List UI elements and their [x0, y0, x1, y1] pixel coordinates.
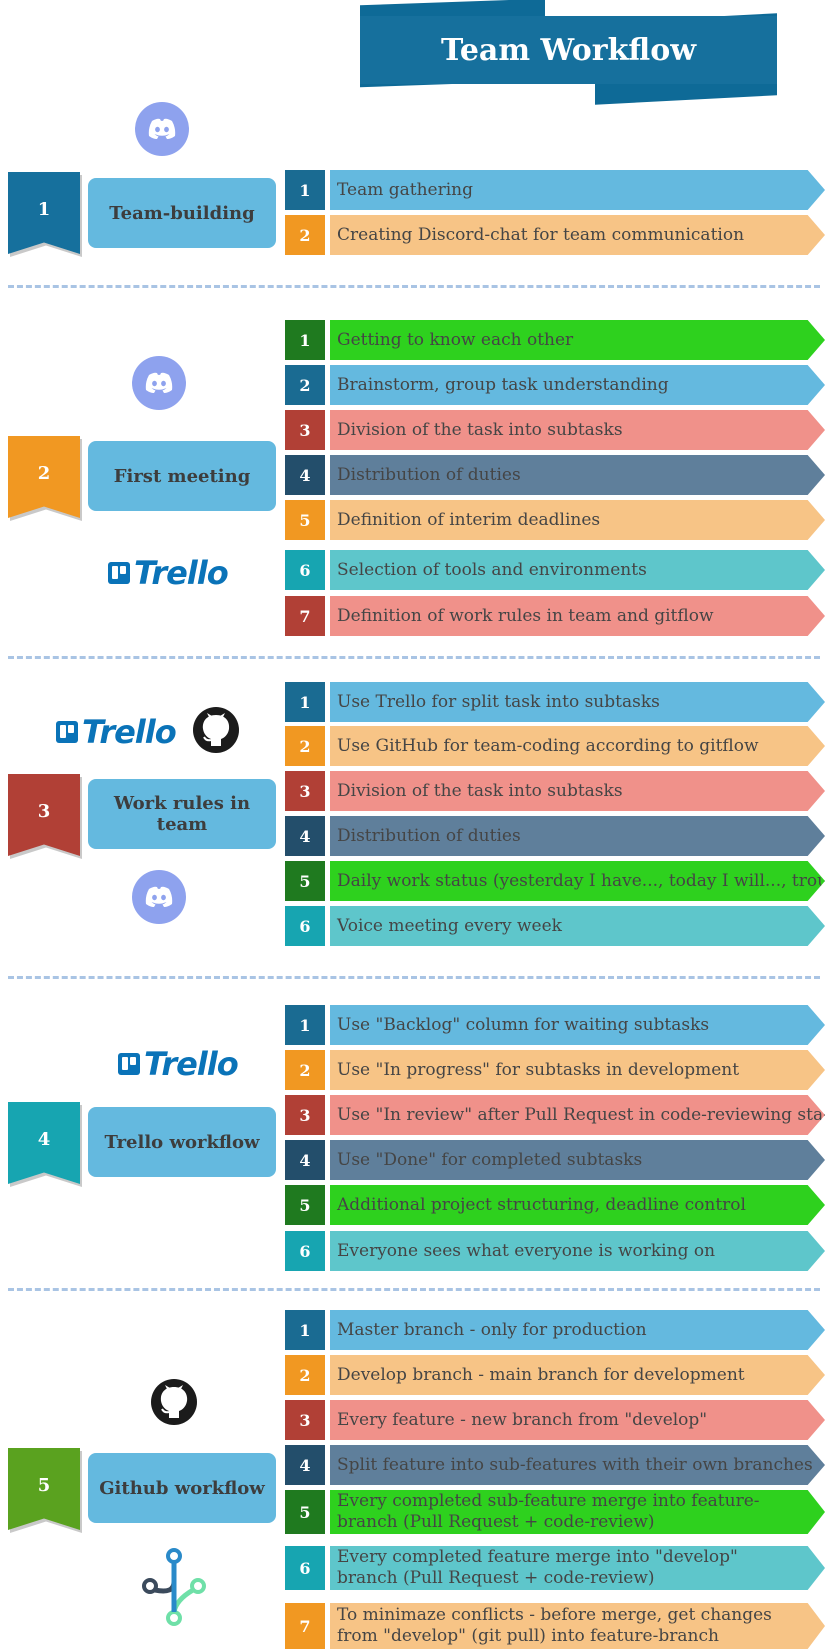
- step-badge: 3: [8, 774, 80, 856]
- trello-icon: [118, 1053, 140, 1075]
- discord-icon: [132, 356, 186, 410]
- item-number: 2: [285, 215, 325, 255]
- item-bar: Brainstorm, group task understanding: [330, 365, 825, 405]
- item-number: 5: [285, 500, 325, 540]
- item-number: 1: [285, 682, 325, 722]
- item-number: 6: [285, 1546, 325, 1590]
- item-number: 5: [285, 1490, 325, 1534]
- git-branch-icon: [140, 1546, 210, 1630]
- section-divider: [8, 976, 820, 979]
- page-title: Team Workflow: [360, 16, 777, 84]
- item-bar: Use "In review" after Pull Request in co…: [330, 1095, 825, 1135]
- item-number: 6: [285, 1231, 325, 1271]
- item-bar: Division of the task into subtasks: [330, 771, 825, 811]
- item-bar: Creating Discord-chat for team communica…: [330, 215, 825, 255]
- item-bar: Daily work status (yesterday I have..., …: [330, 861, 825, 901]
- item-number: 2: [285, 726, 325, 766]
- trello-logo: Trello: [56, 713, 177, 751]
- item-bar: Additional project structuring, deadline…: [330, 1185, 825, 1225]
- item-bar: Develop branch - main branch for develop…: [330, 1355, 825, 1395]
- item-number: 1: [285, 1005, 325, 1045]
- item-bar: Team gathering: [330, 170, 825, 210]
- item-number: 4: [285, 1445, 325, 1485]
- item-number: 4: [285, 455, 325, 495]
- discord-logo-glyph: [148, 118, 176, 139]
- item-number: 2: [285, 1050, 325, 1090]
- item-bar: Every completed sub-feature merge into f…: [330, 1490, 825, 1534]
- trello-logo: Trello: [108, 554, 229, 592]
- trello-wordmark: Trello: [134, 554, 229, 592]
- item-number: 1: [285, 170, 325, 210]
- item-number: 1: [285, 320, 325, 360]
- item-bar: Master branch - only for production: [330, 1310, 825, 1350]
- item-bar: Selection of tools and environments: [330, 550, 825, 590]
- item-bar: Use Trello for split task into subtasks: [330, 682, 825, 722]
- item-number: 6: [285, 550, 325, 590]
- item-bar: Definition of interim deadlines: [330, 500, 825, 540]
- step-label: Github workflow: [88, 1453, 276, 1523]
- item-number: 3: [285, 1095, 325, 1135]
- item-bar: Every feature - new branch from "develop…: [330, 1400, 825, 1440]
- step-label: Work rules in team: [88, 779, 276, 849]
- trello-icon: [56, 721, 78, 743]
- item-number: 7: [285, 1603, 325, 1649]
- item-bar: Division of the task into subtasks: [330, 410, 825, 450]
- item-bar: Getting to know each other: [330, 320, 825, 360]
- item-bar: Use GitHub for team-coding according to …: [330, 726, 825, 766]
- step-label: First meeting: [88, 441, 276, 511]
- item-number: 2: [285, 365, 325, 405]
- item-number: 7: [285, 596, 325, 636]
- item-bar: Distribution of duties: [330, 816, 825, 856]
- section-divider: [8, 656, 820, 659]
- item-number: 3: [285, 771, 325, 811]
- item-number: 5: [285, 861, 325, 901]
- step-badge: 4: [8, 1102, 80, 1184]
- item-bar: Split feature into sub-features with the…: [330, 1445, 825, 1485]
- trello-logo: Trello: [118, 1045, 239, 1083]
- item-bar: Voice meeting every week: [330, 906, 825, 946]
- step-badge: 1: [8, 172, 80, 254]
- discord-logo-glyph: [145, 886, 173, 907]
- item-bar: Definition of work rules in team and git…: [330, 596, 825, 636]
- item-number: 3: [285, 1400, 325, 1440]
- section-divider: [8, 285, 820, 288]
- discord-logo-glyph: [145, 372, 173, 393]
- item-bar: Distribution of duties: [330, 455, 825, 495]
- item-number: 3: [285, 410, 325, 450]
- discord-icon: [132, 870, 186, 924]
- item-bar: Use "Done" for completed subtasks: [330, 1140, 825, 1180]
- item-number: 1: [285, 1310, 325, 1350]
- step-label: Team-building: [88, 178, 276, 248]
- section-divider: [8, 1288, 820, 1291]
- item-bar: Everyone sees what everyone is working o…: [330, 1231, 825, 1271]
- discord-icon: [135, 102, 189, 156]
- step-label: Trello workflow: [88, 1107, 276, 1177]
- item-bar: Use "In progress" for subtasks in develo…: [330, 1050, 825, 1090]
- item-bar: Every completed feature merge into "deve…: [330, 1546, 825, 1590]
- item-number: 4: [285, 1140, 325, 1180]
- step-badge: 2: [8, 436, 80, 518]
- github-icon: [150, 1378, 198, 1426]
- item-number: 2: [285, 1355, 325, 1395]
- trello-icon: [108, 562, 130, 584]
- item-number: 4: [285, 816, 325, 856]
- item-bar: To minimaze conflicts - before merge, ge…: [330, 1603, 825, 1649]
- item-number: 5: [285, 1185, 325, 1225]
- step-badge: 5: [8, 1448, 80, 1530]
- github-icon: [192, 706, 240, 754]
- item-number: 6: [285, 906, 325, 946]
- trello-wordmark: Trello: [144, 1045, 239, 1083]
- trello-wordmark: Trello: [82, 713, 177, 751]
- item-bar: Use "Backlog" column for waiting subtask…: [330, 1005, 825, 1045]
